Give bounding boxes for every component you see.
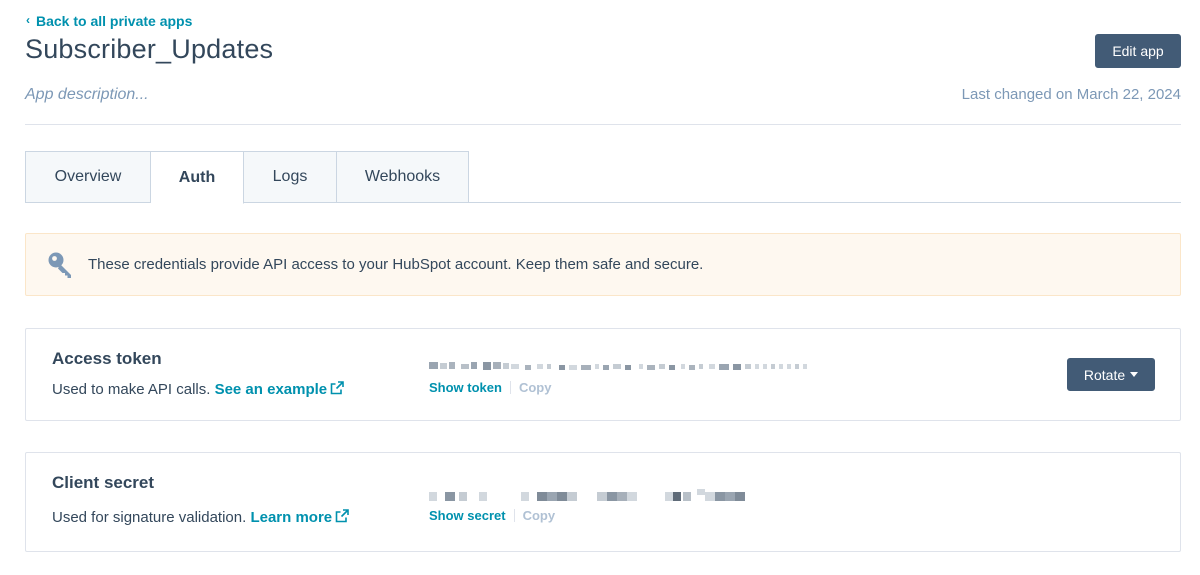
back-link-label: Back to all private apps [36,13,193,29]
tab-bar: Overview Auth Logs Webhooks [25,151,469,204]
learn-more-link[interactable]: Learn more [250,509,349,526]
rotate-dropdown-button[interactable]: Rotate [1067,358,1155,391]
access-token-desc-text: Used to make API calls. [52,381,211,398]
key-icon [48,252,71,278]
app-description-field[interactable]: App description... [25,86,149,104]
tab-overview[interactable]: Overview [25,151,151,203]
action-separator [513,509,515,522]
copy-token-button[interactable]: Copy [519,380,552,395]
masked-access-token [429,362,807,370]
external-link-icon [330,381,344,395]
learn-more-label: Learn more [250,509,333,526]
client-secret-actions: Show secret Copy [429,508,555,523]
see-example-link[interactable]: See an example [215,381,345,398]
header-divider [25,124,1181,125]
show-secret-button[interactable]: Show secret [429,508,506,523]
tab-auth[interactable]: Auth [151,151,244,204]
show-token-button[interactable]: Show token [429,380,502,395]
client-secret-card: Client secret Used for signature validat… [25,452,1181,552]
see-example-label: See an example [214,381,328,398]
tab-logs[interactable]: Logs [244,151,337,203]
last-changed-text: Last changed on March 22, 2024 [961,86,1181,103]
access-token-card: Access token Used to make API calls. See… [25,328,1181,421]
client-secret-title: Client secret [52,473,155,492]
access-token-actions: Show token Copy [429,380,551,395]
credentials-alert: These credentials provide API access to … [25,233,1181,296]
alert-message: These credentials provide API access to … [88,256,704,273]
back-to-apps-link[interactable]: ‹ Back to all private apps [26,13,192,29]
tab-baseline [468,202,1181,203]
access-token-title: Access token [52,349,162,368]
external-link-icon [335,509,349,523]
rotate-label: Rotate [1083,366,1126,383]
client-secret-description: Used for signature validation. Learn mor… [52,509,349,526]
caret-down-icon [1130,372,1139,377]
page-title: Subscriber_Updates [25,34,274,64]
client-secret-desc-text: Used for signature validation. [52,509,247,526]
chevron-left-icon: ‹ [26,13,30,27]
edit-app-button[interactable]: Edit app [1095,34,1181,68]
action-separator [509,381,511,394]
masked-client-secret [429,489,745,501]
copy-secret-button[interactable]: Copy [523,508,556,523]
tab-webhooks[interactable]: Webhooks [337,151,469,203]
access-token-description: Used to make API calls. See an example [52,381,344,398]
